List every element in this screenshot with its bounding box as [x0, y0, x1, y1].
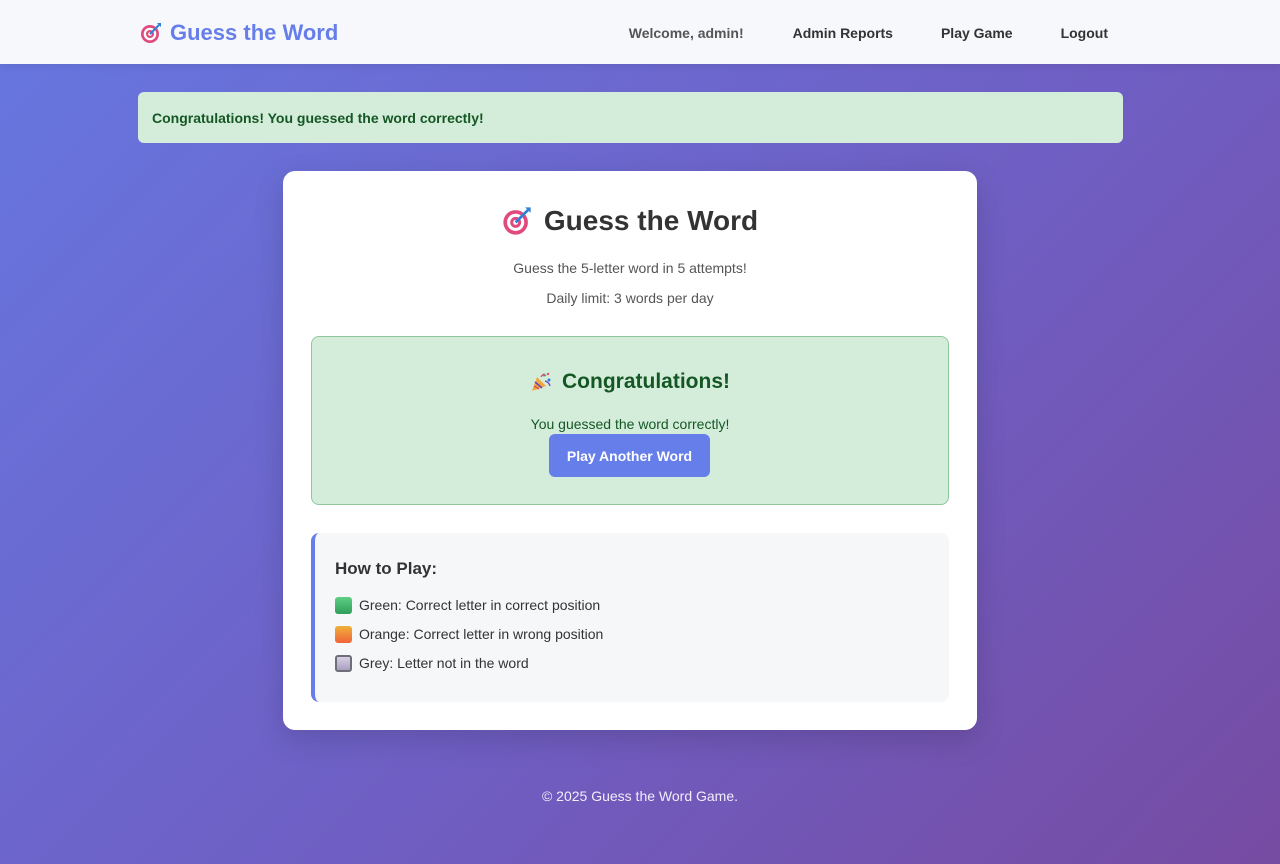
card-title-text: Guess the Word	[543, 205, 759, 236]
target-icon	[140, 22, 162, 44]
flash-success-alert: Congratulations! You guessed the word co…	[138, 92, 1123, 143]
brand-title: Guess the Word	[170, 20, 339, 45]
navbar: Guess the Word Welcome, admin! Admin Rep…	[0, 0, 1280, 64]
page-title: Guess the Word	[283, 205, 977, 237]
legend-text: Orange: Correct letter in wrong position	[359, 626, 604, 642]
legend-item-grey: Grey: Letter not in the word	[335, 654, 529, 672]
green-square-icon	[335, 596, 352, 614]
brand-link[interactable]: Guess the Word	[140, 18, 338, 48]
how-to-play-panel: How to Play: Green: Correct letter in co…	[311, 533, 949, 702]
legend-text: Grey: Letter not in the word	[359, 655, 529, 671]
legend-item-orange: Orange: Correct letter in wrong position	[335, 625, 603, 643]
party-popper-icon	[530, 371, 552, 393]
result-title: Congratulations!	[312, 370, 948, 394]
game-instructions: Guess the 5-letter word in 5 attempts!	[513, 260, 747, 276]
welcome-text: Welcome, admin!	[628, 25, 744, 41]
flash-message: Congratulations! You guessed the word co…	[152, 109, 484, 126]
how-to-play-title: How to Play:	[335, 559, 438, 578]
result-success-box: Congratulations! You guessed the word co…	[311, 336, 949, 505]
nav-link-logout[interactable]: Logout	[1061, 25, 1108, 41]
nav-link-play-game[interactable]: Play Game	[941, 25, 1013, 41]
footer-text: © 2025 Guess the Word Game.	[541, 788, 739, 804]
orange-square-icon	[335, 625, 352, 643]
target-icon	[502, 206, 532, 236]
legend-text: Green: Correct letter in correct positio…	[359, 597, 601, 613]
nav-menu: Welcome, admin! Admin Reports Play Game …	[629, 22, 1108, 44]
daily-limit-text: Daily limit: 3 words per day	[546, 290, 714, 306]
nav-link-admin-reports[interactable]: Admin Reports	[793, 25, 893, 41]
play-another-word-button[interactable]: Play Another Word	[549, 434, 710, 477]
grey-square-icon	[335, 654, 352, 672]
legend-item-green: Green: Correct letter in correct positio…	[335, 596, 600, 614]
result-message: You guessed the word correctly!	[530, 416, 730, 432]
result-title-text: Congratulations!	[562, 370, 730, 393]
game-card: Guess the Word Guess the 5-letter word i…	[283, 171, 977, 730]
